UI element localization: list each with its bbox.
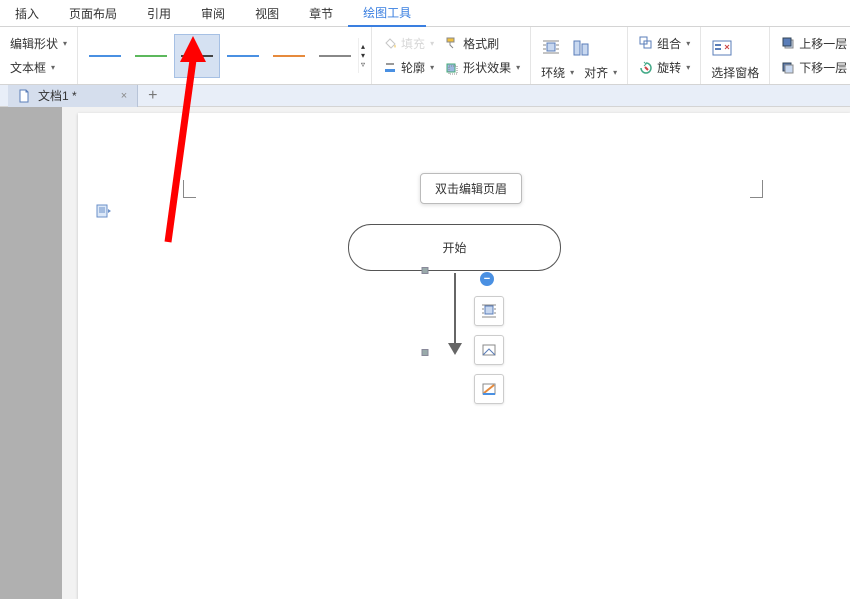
tab-insert[interactable]: 插入 — [0, 0, 54, 27]
document-tab-close[interactable]: × — [119, 90, 129, 102]
tab-drawing-tools[interactable]: 绘图工具 — [348, 0, 426, 27]
connector-line[interactable] — [454, 273, 456, 349]
ribbon-group-selection: 选择窗格 — [701, 27, 770, 84]
floating-tool-fill[interactable] — [474, 335, 504, 365]
selection-pane-icon — [711, 39, 733, 57]
document-tab-bar: 文档1 * × + — [0, 85, 850, 107]
flowchart-terminal-shape[interactable]: 开始 — [348, 224, 561, 271]
line-style-4[interactable] — [220, 34, 266, 78]
line-style-5[interactable] — [266, 34, 312, 78]
rotate-icon — [638, 60, 654, 76]
header-margin-marker-left — [183, 180, 196, 198]
rotate-button[interactable]: 旋转▾ — [634, 57, 694, 78]
tab-view[interactable]: 视图 — [240, 0, 294, 27]
wrap-label[interactable]: 环绕▾ — [537, 62, 578, 83]
ribbon-group-layers: 上移一层▾ 下移一层▾ — [770, 27, 850, 84]
ribbon-group-shape-edit: 编辑形状▾ 文本框▾ — [0, 27, 78, 84]
tab-review[interactable]: 审阅 — [186, 0, 240, 27]
send-backward-button[interactable]: 下移一层▾ — [776, 57, 850, 78]
align-label[interactable]: 对齐▾ — [580, 62, 621, 83]
line-style-1[interactable] — [82, 34, 128, 78]
wrap-button[interactable] — [537, 37, 565, 59]
line-style-2[interactable] — [128, 34, 174, 78]
ribbon: 编辑形状▾ 文本框▾ ▴▾▿ 填充▾ 格式刷 轮廓▾ 形状效果▾ 环绕▾ — [0, 27, 850, 85]
align-icon — [571, 39, 591, 57]
page-gutter — [0, 107, 62, 599]
selection-pane-label[interactable]: 选择窗格 — [707, 62, 763, 83]
shape-effects-icon — [444, 60, 460, 76]
main-tabs: 插入 页面布局 引用 审阅 视图 章节 绘图工具 — [0, 0, 850, 27]
group-icon — [638, 35, 654, 51]
align-button[interactable] — [567, 37, 595, 59]
line-style-gallery: ▴▾▿ — [82, 34, 367, 78]
selection-pane-button[interactable] — [707, 37, 737, 59]
header-margin-marker-right — [750, 180, 763, 198]
line-style-6[interactable] — [312, 34, 358, 78]
format-painter-button[interactable]: 格式刷 — [440, 33, 503, 54]
fill-button[interactable]: 填充▾ — [378, 33, 438, 54]
floating-tool-layout[interactable] — [474, 296, 504, 326]
style-gallery-more[interactable]: ▴▾▿ — [358, 38, 367, 73]
connector-arrowhead — [448, 343, 462, 355]
header-edit-tooltip: 双击编辑页眉 — [420, 173, 522, 204]
shape-effects-button[interactable]: 形状效果▾ — [440, 57, 524, 78]
pen-outline-icon — [382, 60, 398, 76]
tab-chapter[interactable]: 章节 — [294, 0, 348, 27]
line-style-3[interactable] — [174, 34, 220, 78]
tab-references[interactable]: 引用 — [132, 0, 186, 27]
collapse-toolbar-button[interactable]: − — [480, 272, 494, 286]
text-wrap-icon — [541, 39, 561, 57]
document-icon — [16, 88, 32, 104]
ribbon-group-arrange2: 组合▾ 旋转▾ — [628, 27, 701, 84]
group-button[interactable]: 组合▾ — [634, 33, 694, 54]
bring-forward-icon — [780, 35, 796, 51]
floating-tool-outline[interactable] — [474, 374, 504, 404]
ribbon-group-format: 填充▾ 格式刷 轮廓▾ 形状效果▾ — [372, 27, 531, 84]
outline-button[interactable]: 轮廓▾ — [378, 57, 438, 78]
tab-page-layout[interactable]: 页面布局 — [54, 0, 132, 27]
document-tab[interactable]: 文档1 * × — [8, 85, 138, 107]
bring-forward-button[interactable]: 上移一层▾ — [776, 33, 850, 54]
send-backward-icon — [780, 60, 796, 76]
new-document-button[interactable]: + — [138, 87, 167, 105]
ribbon-group-arrange1: 环绕▾ 对齐▾ — [531, 27, 628, 84]
textbox-button[interactable]: 文本框▾ — [6, 57, 59, 78]
paint-bucket-icon — [382, 35, 398, 51]
connector-handle-end[interactable] — [422, 349, 429, 356]
format-painter-icon — [444, 35, 460, 51]
connector-handle-start[interactable] — [422, 267, 429, 274]
ribbon-group-style-swatches: ▴▾▿ — [78, 27, 372, 84]
document-tab-title: 文档1 * — [38, 87, 77, 104]
page-options-icon[interactable] — [96, 204, 112, 218]
edit-shape-button[interactable]: 编辑形状▾ — [6, 33, 71, 54]
